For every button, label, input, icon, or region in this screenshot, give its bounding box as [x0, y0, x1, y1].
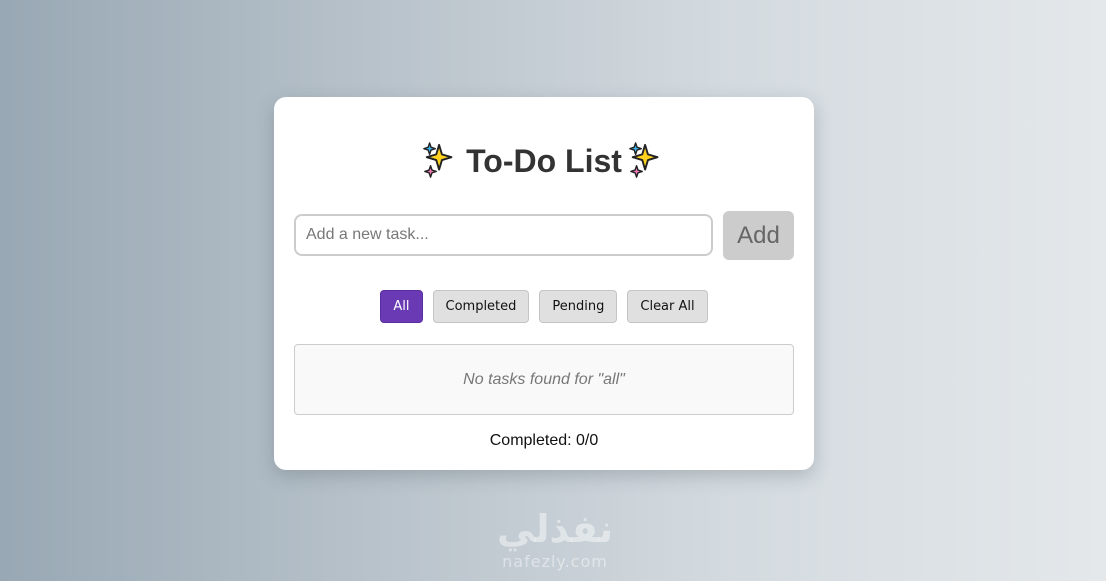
watermark-logo: نفذلي nafezly.com [480, 506, 630, 580]
filter-pending-button[interactable]: Pending [539, 290, 618, 323]
task-list: No tasks found for "all" [294, 344, 794, 415]
filter-all-button[interactable]: All [380, 290, 423, 323]
add-button[interactable]: Add [723, 211, 794, 260]
task-input[interactable] [294, 214, 713, 256]
title-text: To-Do List [466, 143, 622, 179]
page-title: To-Do List [274, 141, 814, 183]
sparkles-icon [423, 141, 453, 178]
sparkles-icon [629, 141, 659, 178]
empty-state-message: No tasks found for "all" [463, 370, 625, 388]
filter-bar: All Completed Pending Clear All [274, 290, 814, 323]
clear-all-button[interactable]: Clear All [627, 290, 708, 323]
todo-card: To-Do List Add All Completed Pending Cle… [274, 97, 814, 470]
task-input-row: Add [294, 211, 794, 260]
watermark-arabic-text: نفذلي [496, 507, 614, 551]
completed-counter: Completed: 0/0 [489, 432, 599, 449]
filter-completed-button[interactable]: Completed [432, 290, 530, 323]
watermark-latin-text: nafezly.com [502, 552, 608, 571]
